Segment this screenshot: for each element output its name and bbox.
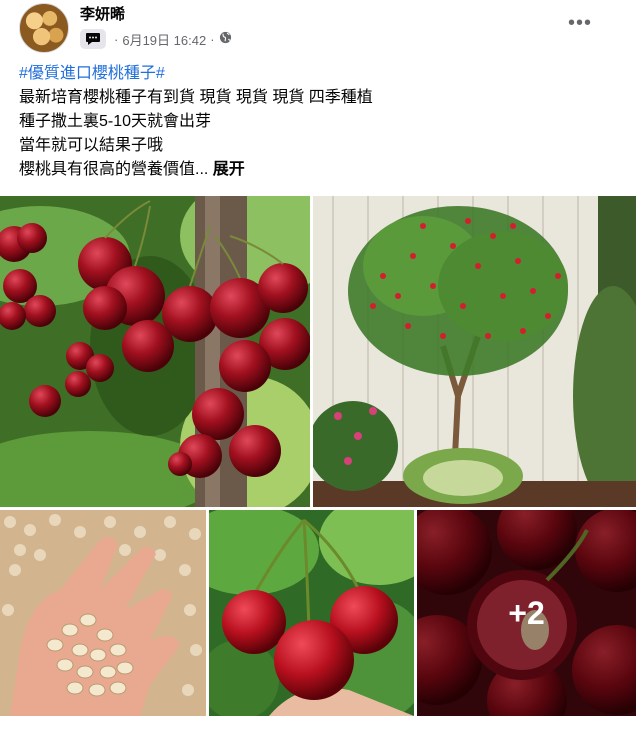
seeds-in-hand-photo[interactable] — [0, 510, 206, 716]
cherries-on-branch-photo[interactable] — [0, 196, 310, 507]
see-more-link[interactable]: 展开 — [213, 161, 245, 178]
author-avatar[interactable] — [19, 3, 69, 53]
globe-icon — [219, 31, 232, 47]
post-text-line: 櫻桃具有很高的營養價值... — [19, 161, 209, 178]
post-text-line: 最新培育櫻桃種子有到貨 現貨 現貨 現貨 四季種植 — [19, 89, 373, 106]
meta-separator: · — [210, 31, 215, 47]
post-text-line: 種子撒土裏5-10天就會出芽 — [19, 113, 212, 130]
post-text: #優質進口櫻桃種子# 最新培育櫻桃種子有到貨 現貨 現貨 現貨 四季種植 種子撒… — [19, 62, 619, 182]
post-text-line: 當年就可以結果子哦 — [19, 137, 164, 154]
chat-bubble-icon[interactable] — [80, 29, 106, 49]
author-name[interactable]: 李妍晞 — [80, 3, 125, 24]
cut-cherry-photo[interactable]: +2 — [417, 510, 636, 716]
more-dots-icon[interactable]: ••• — [562, 8, 598, 38]
post-meta: · 6月19日 16:42 · — [80, 29, 232, 49]
more-photos-overlay[interactable]: +2 — [417, 510, 636, 716]
hashtag-link[interactable]: #優質進口櫻桃種子# — [19, 65, 165, 82]
cherry-pair-photo[interactable] — [209, 510, 414, 716]
post-timestamp[interactable]: 6月19日 16:42 — [122, 30, 206, 49]
post-header: 李妍晞 · 6月19日 16:42 · ••• — [0, 0, 636, 56]
meta-separator: · — [114, 31, 119, 47]
cherry-tree-photo[interactable] — [313, 196, 636, 507]
